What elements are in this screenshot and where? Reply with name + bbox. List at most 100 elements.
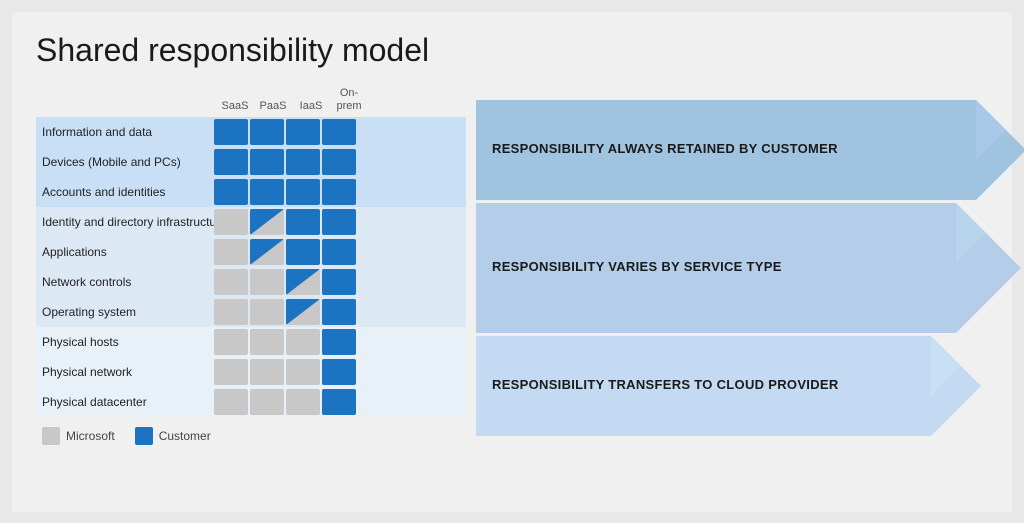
- arrow-varies: RESPONSIBILITY VARIES BY SERVICE TYPE: [476, 238, 988, 298]
- arrow-tip-varies: [956, 203, 1021, 333]
- table-row: Devices (Mobile and PCs): [36, 147, 466, 177]
- legend: Microsoft Customer: [36, 427, 466, 445]
- cell-blue: [322, 299, 356, 325]
- cell-gray: [214, 209, 248, 235]
- column-headers: SaaSPaaSIaaSOn-prem: [36, 87, 466, 113]
- cell-gray: [286, 329, 320, 355]
- arrow-provider: RESPONSIBILITY TRANSFERS TO CLOUD PROVID…: [476, 356, 988, 416]
- legend-customer-box: [135, 427, 153, 445]
- legend-microsoft: Microsoft: [42, 427, 115, 445]
- row-cells: [214, 299, 356, 325]
- row-label: Physical hosts: [36, 335, 214, 349]
- cell-gray: [250, 269, 284, 295]
- cell-half: [250, 209, 284, 235]
- table-row: Network controls: [36, 267, 466, 297]
- band-provider: Physical hosts Physical network Physical d…: [36, 327, 466, 417]
- page-container: Shared responsibility model SaaSPaaSIaaS…: [12, 12, 1012, 512]
- row-label: Information and data: [36, 125, 214, 139]
- row-label: Physical network: [36, 365, 214, 379]
- legend-customer: Customer: [135, 427, 211, 445]
- row-cells: [214, 269, 356, 295]
- legend-microsoft-label: Microsoft: [66, 429, 115, 443]
- col-header-on-prem: On-prem: [330, 87, 368, 113]
- row-label: Accounts and identities: [36, 185, 214, 199]
- cell-half: [250, 239, 284, 265]
- cell-gray: [286, 389, 320, 415]
- legend-customer-label: Customer: [159, 429, 211, 443]
- cell-gray: [214, 299, 248, 325]
- cell-gray: [214, 389, 248, 415]
- table-row: Physical datacenter: [36, 387, 466, 417]
- arrow-shape-varies: RESPONSIBILITY VARIES BY SERVICE TYPE: [476, 238, 956, 298]
- band-varies: Identity and directory infrastructure App…: [36, 207, 466, 327]
- cell-gray: [250, 359, 284, 385]
- cell-blue: [214, 149, 248, 175]
- cell-blue: [322, 239, 356, 265]
- table-row: Identity and directory infrastructure: [36, 207, 466, 237]
- col-header-paas: PaaS: [254, 100, 292, 113]
- arrow-shape-customer: RESPONSIBILITY ALWAYS RETAINED BY CUSTOM…: [476, 120, 976, 180]
- cell-blue: [286, 149, 320, 175]
- arrow-label-customer: RESPONSIBILITY ALWAYS RETAINED BY CUSTOM…: [476, 100, 976, 200]
- row-label: Identity and directory infrastructure: [36, 215, 214, 229]
- legend-microsoft-box: [42, 427, 60, 445]
- arrows-section: RESPONSIBILITY ALWAYS RETAINED BY CUSTOM…: [466, 87, 988, 445]
- cell-blue: [322, 359, 356, 385]
- row-label: Devices (Mobile and PCs): [36, 155, 214, 169]
- cell-gray: [214, 329, 248, 355]
- data-rows: Information and data Devices (Mobile and …: [36, 117, 466, 417]
- row-cells: [214, 389, 356, 415]
- table-row: Operating system: [36, 297, 466, 327]
- cell-blue: [322, 389, 356, 415]
- cell-gray: [286, 359, 320, 385]
- cell-half: [286, 269, 320, 295]
- row-cells: [214, 209, 356, 235]
- cell-blue: [322, 179, 356, 205]
- table-row: Applications: [36, 237, 466, 267]
- row-label: Operating system: [36, 305, 214, 319]
- band-customer: Information and data Devices (Mobile and …: [36, 117, 466, 207]
- arrow-tip-provider: [931, 336, 981, 436]
- arrow-label-varies: RESPONSIBILITY VARIES BY SERVICE TYPE: [476, 203, 956, 333]
- cell-blue: [322, 329, 356, 355]
- main-content: SaaSPaaSIaaSOn-prem Information and data…: [36, 87, 988, 445]
- cell-blue: [214, 119, 248, 145]
- cell-gray: [214, 269, 248, 295]
- cell-blue: [250, 149, 284, 175]
- cell-gray: [250, 329, 284, 355]
- cell-gray: [250, 299, 284, 325]
- row-label: Physical datacenter: [36, 395, 214, 409]
- cell-blue: [322, 119, 356, 145]
- row-cells: [214, 239, 356, 265]
- cell-blue: [286, 209, 320, 235]
- row-label: Applications: [36, 245, 214, 259]
- cell-blue: [286, 119, 320, 145]
- cell-gray: [214, 239, 248, 265]
- page-title: Shared responsibility model: [36, 32, 988, 69]
- arrow-shape-provider: RESPONSIBILITY TRANSFERS TO CLOUD PROVID…: [476, 356, 931, 416]
- row-cells: [214, 119, 356, 145]
- col-header-saas: SaaS: [216, 100, 254, 113]
- table-row: Information and data: [36, 117, 466, 147]
- arrow-customer: RESPONSIBILITY ALWAYS RETAINED BY CUSTOM…: [476, 120, 988, 180]
- cell-blue: [250, 119, 284, 145]
- cell-blue: [322, 149, 356, 175]
- cell-blue: [322, 209, 356, 235]
- cell-blue: [250, 179, 284, 205]
- cell-half: [286, 299, 320, 325]
- row-cells: [214, 329, 356, 355]
- cell-gray: [214, 359, 248, 385]
- table-row: Physical network: [36, 357, 466, 387]
- row-cells: [214, 179, 356, 205]
- cell-gray: [250, 389, 284, 415]
- arrow-tip-customer: [976, 100, 1024, 200]
- table-row: Physical hosts: [36, 327, 466, 357]
- cell-blue: [214, 179, 248, 205]
- arrow-label-provider: RESPONSIBILITY TRANSFERS TO CLOUD PROVID…: [476, 336, 931, 436]
- cell-blue: [322, 269, 356, 295]
- table-row: Accounts and identities: [36, 177, 466, 207]
- row-cells: [214, 149, 356, 175]
- cell-blue: [286, 179, 320, 205]
- table-section: SaaSPaaSIaaSOn-prem Information and data…: [36, 87, 466, 445]
- row-label: Network controls: [36, 275, 214, 289]
